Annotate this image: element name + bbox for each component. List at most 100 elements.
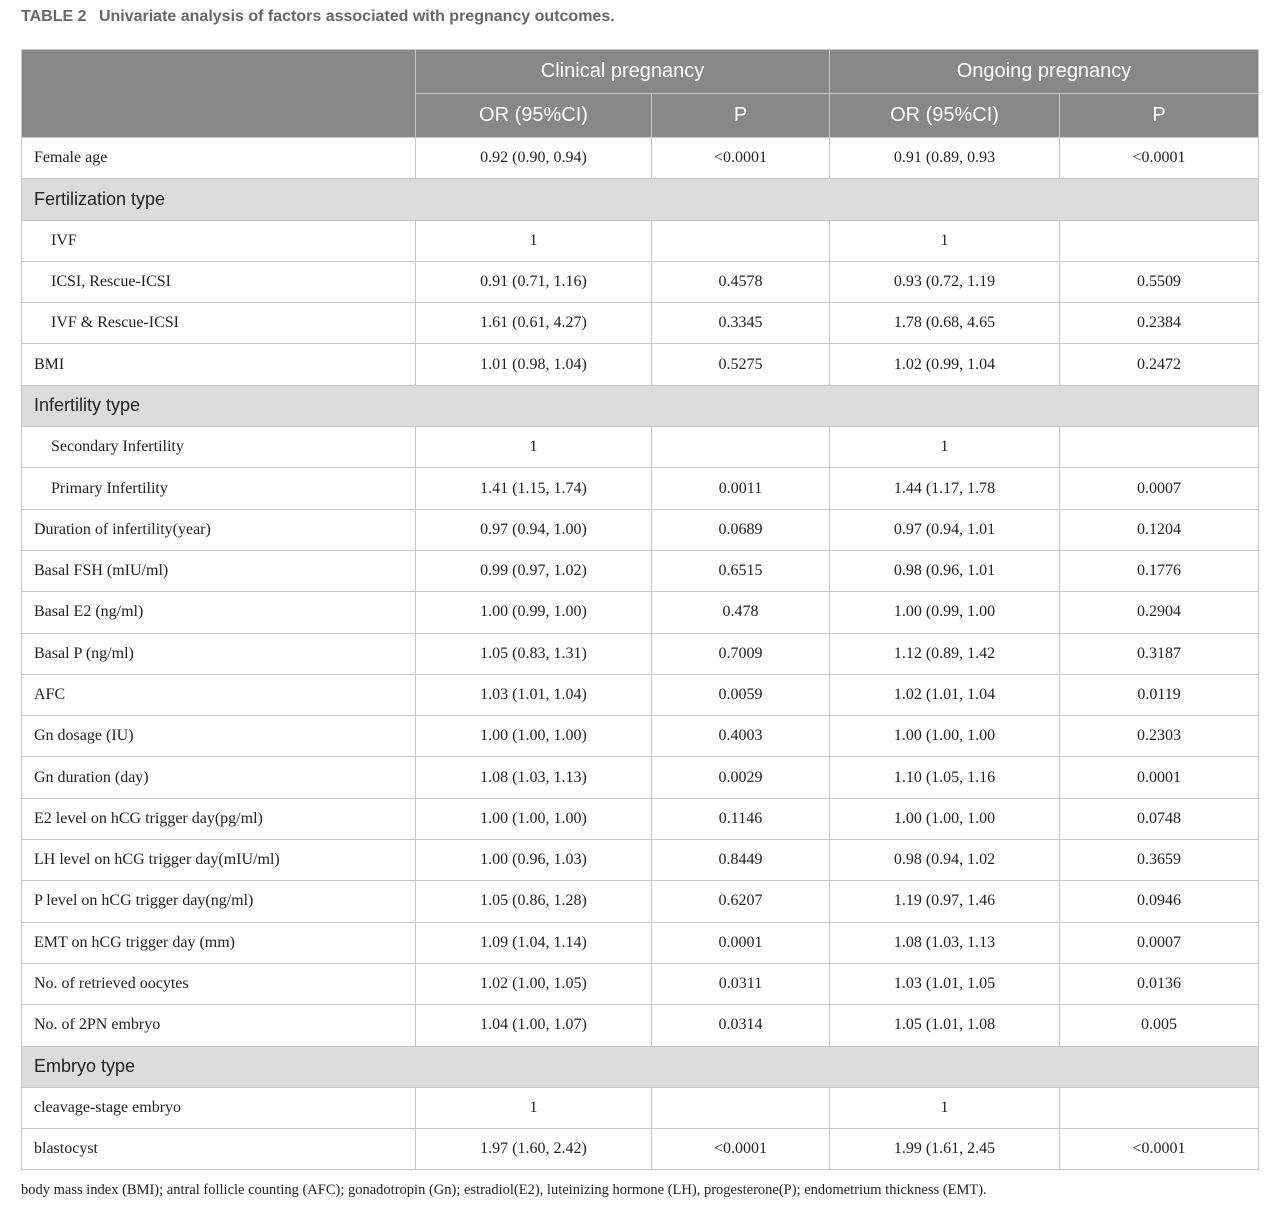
clinical-p-cell: 0.0011 <box>650 467 831 510</box>
table-row: LH level on hCG trigger day(mIU/ml) 1.00 … <box>21 839 1260 882</box>
clinical-or-cell: 1.01 (0.98, 1.04) <box>415 343 652 386</box>
ongoing-or-cell: 1.44 (1.17, 1.78 <box>829 467 1061 510</box>
clinical-p-cell: 0.4578 <box>650 260 831 304</box>
clinical-p-cell <box>650 426 831 469</box>
table-row: Gn duration (day) 1.08 (1.03, 1.13) 0.0029… <box>21 756 1260 799</box>
ongoing-p-cell: 0.0748 <box>1059 797 1260 841</box>
clinical-p-cell: 0.478 <box>650 591 831 634</box>
table-row: cleavage-stage embryo 1 1 <box>21 1086 1260 1130</box>
table-row: Duration of infertility(year) 0.97 (0.94,… <box>21 508 1260 551</box>
ongoing-p-cell: 0.0136 <box>1059 962 1260 1006</box>
clinical-or-cell: 1.61 (0.61, 4.27) <box>415 302 652 345</box>
clinical-or-cell: 0.99 (0.97, 1.02) <box>415 549 652 593</box>
ongoing-or-cell: 1 <box>829 219 1061 262</box>
clinical-or-cell: 1.09 (1.04, 1.14) <box>415 921 652 964</box>
table-body: Female age 0.92 (0.90, 0.94) <0.0001 0.91 (… <box>20 136 1260 1171</box>
table-row: Gn dosage (IU) 1.00 (1.00, 1.00) 0.4003 1.0… <box>21 715 1260 758</box>
table-row: Basal E2 (ng/ml) 1.00 (0.99, 1.00) 0.478 1.… <box>21 591 1260 634</box>
ongoing-or-cell: 1.02 (0.99, 1.04 <box>829 343 1061 386</box>
row-label: Primary Infertility <box>21 467 416 510</box>
ongoing-p-cell <box>1059 1086 1260 1130</box>
ongoing-or-cell: 1.00 (1.00, 1.00 <box>829 797 1061 841</box>
ongoing-or-cell: 0.93 (0.72, 1.19 <box>829 260 1061 304</box>
clinical-p-cell: 0.0311 <box>650 962 831 1006</box>
clinical-or-cell: 1.02 (1.00, 1.05) <box>415 962 652 1006</box>
clinical-p-cell: 0.0029 <box>650 756 831 799</box>
row-label: AFC <box>21 673 416 717</box>
ongoing-or-cell: 1 <box>829 1086 1061 1130</box>
clinical-p-cell: <0.0001 <box>650 1128 831 1171</box>
ongoing-or-cell: 1.03 (1.01, 1.05 <box>829 962 1061 1006</box>
clinical-or-cell: 1 <box>415 426 652 469</box>
row-label: Gn duration (day) <box>21 756 416 799</box>
ongoing-p-cell: 0.0007 <box>1059 467 1260 510</box>
ongoing-or-cell: 1.19 (0.97, 1.46 <box>829 880 1061 923</box>
ongoing-or-cell: 1.99 (1.61, 2.45 <box>829 1128 1061 1171</box>
header-blank <box>21 49 416 138</box>
ongoing-p-cell: 0.0001 <box>1059 756 1260 799</box>
section-label: Fertilization type <box>20 178 1260 221</box>
table-header: Clinical pregnancy Ongoing pregnancy OR … <box>21 49 1260 138</box>
row-label: Duration of infertility(year) <box>21 508 416 551</box>
header-ongoing-or: OR (95%CI) <box>829 93 1061 138</box>
table-row: ICSI, Rescue-ICSI 0.91 (0.71, 1.16) 0.4578… <box>21 260 1260 304</box>
ongoing-or-cell: 0.91 (0.89, 0.93 <box>829 136 1061 180</box>
table-row: AFC 1.03 (1.01, 1.04) 0.0059 1.02 (1.01, 1.… <box>21 673 1260 717</box>
row-label: No. of retrieved oocytes <box>21 962 416 1006</box>
header-ongoing-p: P <box>1059 93 1260 138</box>
row-label: BMI <box>21 343 416 386</box>
ongoing-p-cell: 0.3659 <box>1059 839 1260 882</box>
row-label: Female age <box>21 136 416 180</box>
ongoing-p-cell: 0.2904 <box>1059 591 1260 634</box>
clinical-p-cell: 0.0059 <box>650 673 831 717</box>
clinical-p-cell: 0.7009 <box>650 632 831 675</box>
section-row: Fertilization type <box>20 178 1260 221</box>
clinical-or-cell: 1.97 (1.60, 2.42) <box>415 1128 652 1171</box>
table-row: blastocyst 1.97 (1.60, 2.42) <0.0001 1.99 (… <box>21 1128 1260 1171</box>
row-label: Basal FSH (mIU/ml) <box>21 549 416 593</box>
clinical-p-cell: 0.0689 <box>650 508 831 551</box>
clinical-or-cell: 1.04 (1.00, 1.07) <box>415 1004 652 1047</box>
table-row: Female age 0.92 (0.90, 0.94) <0.0001 0.91 (… <box>21 136 1260 180</box>
ongoing-or-cell: 1.00 (1.00, 1.00 <box>829 715 1061 758</box>
ongoing-or-cell: 1.05 (1.01, 1.08 <box>829 1004 1061 1047</box>
ongoing-p-cell: 0.005 <box>1059 1004 1260 1047</box>
ongoing-p-cell: 0.2303 <box>1059 715 1260 758</box>
header-clinical-or: OR (95%CI) <box>415 93 652 138</box>
clinical-or-cell: 1.08 (1.03, 1.13) <box>415 756 652 799</box>
table-row: Basal FSH (mIU/ml) 0.99 (0.97, 1.02) 0.651… <box>21 549 1260 593</box>
ongoing-or-cell: 1.02 (1.01, 1.04 <box>829 673 1061 717</box>
table-title: Univariate analysis of factors associate… <box>98 8 615 25</box>
ongoing-p-cell: 0.5509 <box>1059 260 1260 304</box>
row-label: IVF <box>21 219 416 262</box>
table-row: No. of retrieved oocytes 1.02 (1.00, 1.05… <box>21 962 1260 1006</box>
clinical-p-cell: 0.5275 <box>650 343 831 386</box>
section-label: Embryo type <box>20 1045 1260 1088</box>
clinical-p-cell: 0.6515 <box>650 549 831 593</box>
clinical-or-cell: 0.92 (0.90, 0.94) <box>415 136 652 180</box>
results-table: Clinical pregnancy Ongoing pregnancy OR … <box>20 49 1260 1171</box>
clinical-p-cell: <0.0001 <box>650 136 831 180</box>
clinical-or-cell: 1.00 (1.00, 1.00) <box>415 797 652 841</box>
row-label: Basal P (ng/ml) <box>21 632 416 675</box>
ongoing-or-cell: 1.10 (1.05, 1.16 <box>829 756 1061 799</box>
row-label: IVF & Rescue-ICSI <box>21 302 416 345</box>
row-label: P level on hCG trigger day(ng/ml) <box>21 880 416 923</box>
ongoing-p-cell: <0.0001 <box>1059 136 1260 180</box>
ongoing-p-cell: 0.0946 <box>1059 880 1260 923</box>
table-row: P level on hCG trigger day(ng/ml) 1.05 (0… <box>21 880 1260 923</box>
ongoing-or-cell: 0.97 (0.94, 1.01 <box>829 508 1061 551</box>
row-label: cleavage-stage embryo <box>21 1086 416 1130</box>
table-row: BMI 1.01 (0.98, 1.04) 0.5275 1.02 (0.99, 1.… <box>21 343 1260 386</box>
clinical-or-cell: 0.97 (0.94, 1.00) <box>415 508 652 551</box>
row-label: Secondary Infertility <box>21 426 416 469</box>
header-clinical-pregnancy: Clinical pregnancy <box>414 49 831 94</box>
clinical-p-cell: 0.0314 <box>650 1004 831 1047</box>
ongoing-p-cell: 0.2384 <box>1059 302 1260 345</box>
ongoing-or-cell: 0.98 (0.96, 1.01 <box>829 549 1061 593</box>
ongoing-or-cell: 0.98 (0.94, 1.02 <box>829 839 1061 882</box>
clinical-or-cell: 1.41 (1.15, 1.74) <box>415 467 652 510</box>
table-row: IVF & Rescue-ICSI 1.61 (0.61, 4.27) 0.3345… <box>21 302 1260 345</box>
table-row: No. of 2PN embryo 1.04 (1.00, 1.07) 0.0314… <box>21 1004 1260 1047</box>
clinical-p-cell: 0.8449 <box>650 839 831 882</box>
